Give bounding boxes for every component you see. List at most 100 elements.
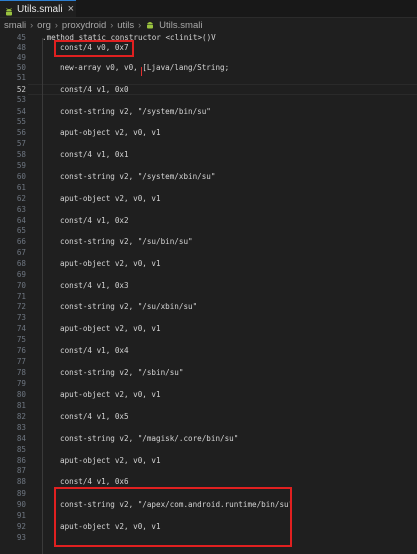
line-number: 92 <box>16 522 26 531</box>
code-line[interactable]: 73 <box>0 312 417 323</box>
breadcrumb-separator: › <box>138 20 142 30</box>
code-text: aput-object v2, v0, v1 <box>60 128 161 137</box>
breadcrumb-separator: › <box>54 20 58 30</box>
breadcrumb-item-org[interactable]: org <box>33 20 51 31</box>
line-number: 89 <box>16 489 26 498</box>
code-text: const-string v2, "/su/xbin/su" <box>60 302 198 311</box>
code-line[interactable]: 85 <box>0 444 417 455</box>
code-text: aput-object v2, v0, v1 <box>60 194 161 203</box>
line-number: 58 <box>16 150 26 159</box>
line-number: 82 <box>16 412 26 421</box>
line-number: 60 <box>16 172 26 181</box>
code-line[interactable]: 78 const-string v2, "/sbin/su" <box>0 367 417 378</box>
line-number: 75 <box>16 335 26 344</box>
line-number: 59 <box>16 161 26 170</box>
breadcrumb-separator: › <box>30 20 34 30</box>
tab-utils-smali[interactable]: Utils.smali × <box>0 0 76 17</box>
code-line[interactable]: 87 <box>0 465 417 476</box>
code-text: aput-object v2, v0, v1 <box>60 259 161 268</box>
line-number: 73 <box>16 313 26 322</box>
code-text: const-string v2, "/su/bin/su" <box>60 237 193 246</box>
code-line[interactable]: 63 <box>0 204 417 215</box>
line-number: 61 <box>16 183 26 192</box>
line-number: 70 <box>16 281 26 290</box>
code-line[interactable]: 67 <box>0 247 417 258</box>
line-number: 88 <box>16 477 26 486</box>
line-number: 79 <box>16 379 26 388</box>
code-line[interactable]: 72 const-string v2, "/su/xbin/su" <box>0 301 417 312</box>
line-number: 76 <box>16 346 26 355</box>
cursor-marker <box>141 67 142 76</box>
line-number: 68 <box>16 259 26 268</box>
line-number: 78 <box>16 368 26 377</box>
code-line[interactable]: 57 <box>0 138 417 149</box>
code-text: const/4 v1, 0x1 <box>60 150 129 159</box>
line-number: 66 <box>16 237 26 246</box>
tab-label: Utils.smali <box>17 3 63 15</box>
line-number: 90 <box>16 500 26 509</box>
code-line[interactable]: 75 <box>0 334 417 345</box>
code-line[interactable]: 59 <box>0 160 417 171</box>
code-line[interactable]: 68 aput-object v2, v0, v1 <box>0 258 417 269</box>
breadcrumb-item-proxydroid[interactable]: proxydroid <box>58 20 106 31</box>
line-number: 83 <box>16 423 26 432</box>
line-number: 55 <box>16 117 26 126</box>
code-line[interactable]: 79 <box>0 378 417 389</box>
code-line[interactable]: 84 const-string v2, "/magisk/.core/bin/su… <box>0 433 417 444</box>
line-number: 93 <box>16 533 26 542</box>
code-line[interactable]: 77 <box>0 356 417 367</box>
line-number: 72 <box>16 302 26 311</box>
line-number: 84 <box>16 434 26 443</box>
line-number: 74 <box>16 324 26 333</box>
code-line[interactable]: 56 aput-object v2, v0, v1 <box>0 127 417 138</box>
line-number: 77 <box>16 357 26 366</box>
line-number: 56 <box>16 128 26 137</box>
highlight-box-top <box>54 40 134 57</box>
code-line[interactable]: 65 <box>0 225 417 236</box>
code-line[interactable]: 61 <box>0 182 417 193</box>
code-text: const/4 v1, 0x4 <box>60 346 129 355</box>
line-number: 91 <box>16 511 26 520</box>
code-line[interactable]: 74 aput-object v2, v0, v1 <box>0 323 417 334</box>
line-number: 65 <box>16 226 26 235</box>
code-line[interactable]: 62 aput-object v2, v0, v1 <box>0 193 417 204</box>
code-line[interactable]: 76 const/4 v1, 0x4 <box>0 345 417 356</box>
android-file-icon <box>4 4 14 16</box>
code-line[interactable]: 80 aput-object v2, v0, v1 <box>0 389 417 400</box>
code-line[interactable]: 60 const-string v2, "/system/xbin/su" <box>0 171 417 182</box>
breadcrumb-item-smali[interactable]: smali <box>0 20 26 31</box>
code-text: const/4 v1, 0x6 <box>60 477 129 486</box>
code-line[interactable]: 82 const/4 v1, 0x5 <box>0 411 417 422</box>
code-line[interactable]: 58 const/4 v1, 0x1 <box>0 149 417 160</box>
code-line[interactable]: 53 <box>0 94 417 105</box>
line-number: 51 <box>16 73 26 82</box>
breadcrumb-item-utils[interactable]: utils <box>113 20 134 31</box>
line-number: 85 <box>16 445 26 454</box>
code-text: const/4 v1, 0x5 <box>60 412 129 421</box>
code-line[interactable]: 66 const-string v2, "/su/bin/su" <box>0 236 417 247</box>
indent-guide <box>42 38 43 554</box>
line-number: 63 <box>16 205 26 214</box>
code-text: aput-object v2, v0, v1 <box>60 390 161 399</box>
breadcrumb-item-file[interactable]: Utils.smali <box>155 20 202 31</box>
breadcrumb-separator: › <box>110 20 114 30</box>
line-number: 80 <box>16 390 26 399</box>
code-line[interactable]: 69 <box>0 269 417 280</box>
line-number: 87 <box>16 466 26 475</box>
code-line[interactable]: 81 <box>0 400 417 411</box>
android-file-icon <box>145 20 155 30</box>
code-text: aput-object v2, v0, v1 <box>60 324 161 333</box>
code-text: const-string v2, "/magisk/.core/bin/su" <box>60 434 239 443</box>
close-icon[interactable]: × <box>68 3 74 15</box>
code-line[interactable]: 70 const/4 v1, 0x3 <box>0 280 417 291</box>
code-text: const/4 v1, 0x3 <box>60 281 129 290</box>
code-text: const-string v2, "/system/xbin/su" <box>60 172 216 181</box>
line-number: 81 <box>16 401 26 410</box>
code-text: const-string v2, "/sbin/su" <box>60 368 184 377</box>
code-line[interactable]: 51 <box>0 72 417 83</box>
line-number: 57 <box>16 139 26 148</box>
code-line[interactable]: 88 const/4 v1, 0x6 <box>0 476 417 487</box>
code-line[interactable]: 83 <box>0 422 417 433</box>
code-editor[interactable]: 45 .method static constructor <clinit>()V… <box>0 32 417 554</box>
code-line[interactable]: 55 <box>0 116 417 127</box>
